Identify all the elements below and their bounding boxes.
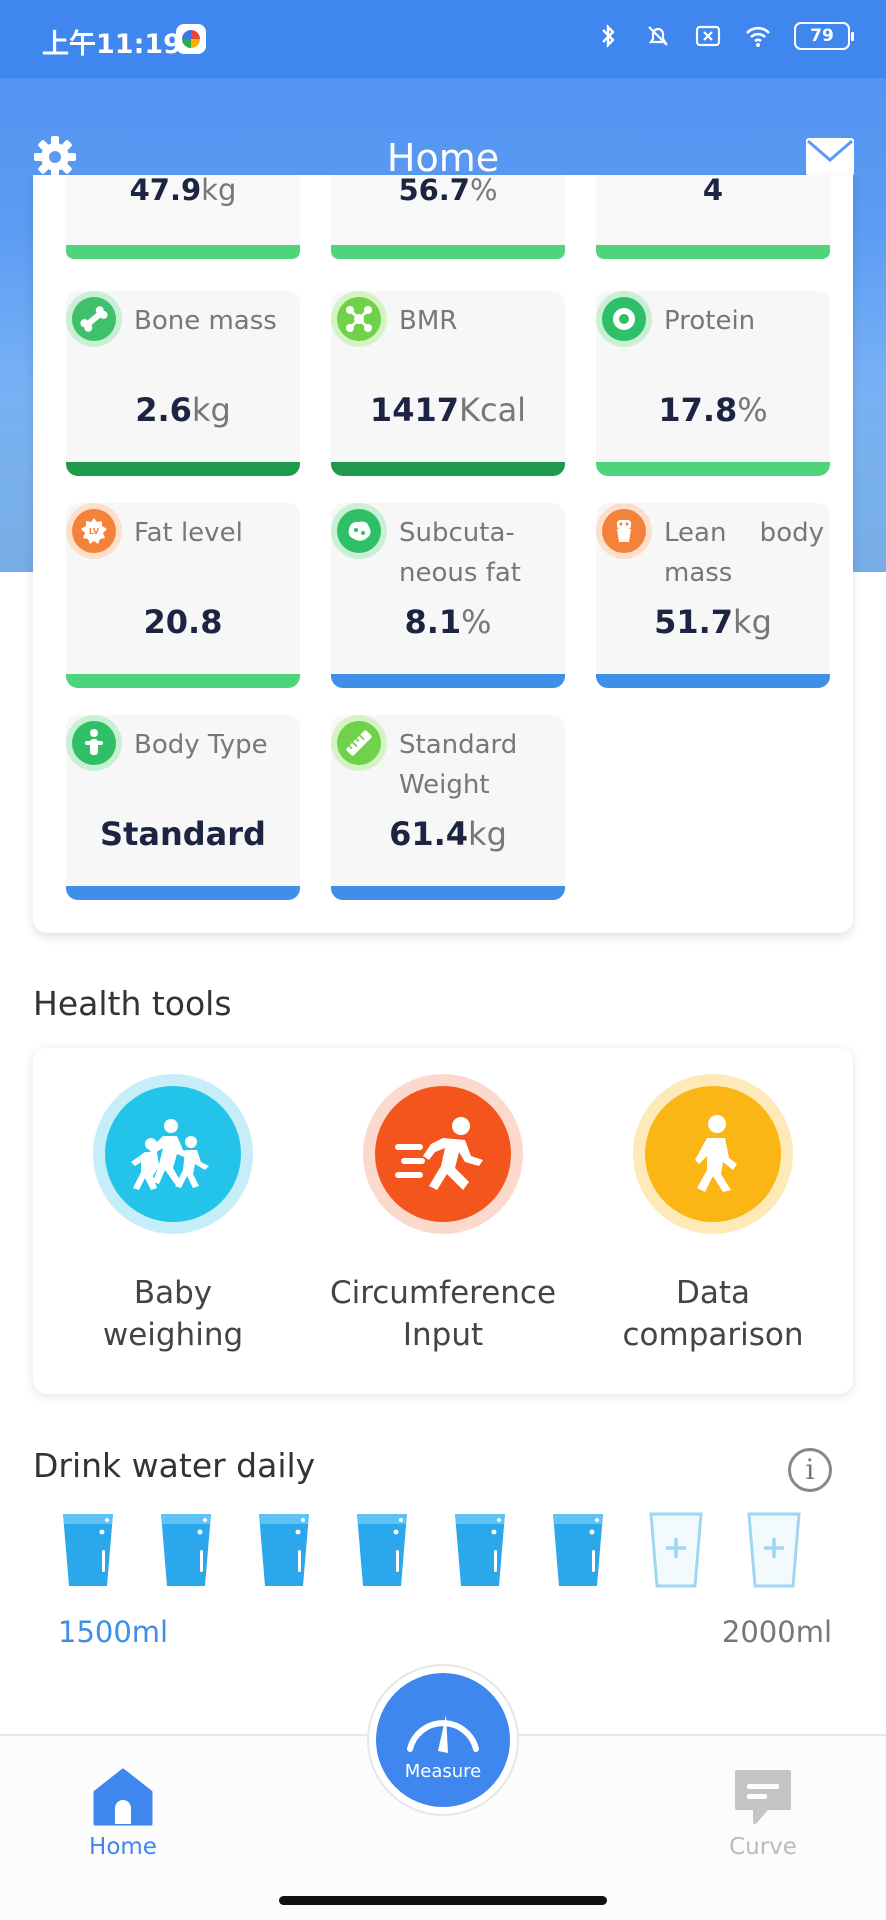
metric-tile-standard-weight[interactable]: Standard Weight 61.4kg [331,715,565,900]
metric-tile-lean-body-mass[interactable]: Lean body mass 51.7kg [596,503,830,688]
metric-status-bar [66,245,300,259]
water-cup-filled[interactable] [550,1510,606,1590]
home-icon [93,1768,153,1826]
metric-status-bar [331,886,565,900]
metric-tile-body-type[interactable]: Body Type Standard [66,715,300,900]
water-cup-filled[interactable] [256,1510,312,1590]
water-intake-current: 1500ml [58,1615,169,1649]
metric-value: 56.7% [398,175,498,207]
battery-indicator: 79 [794,22,854,50]
status-time: 上午11:19 [42,29,182,60]
family-running-icon [93,1074,253,1234]
health-tools-title: Health tools [33,984,232,1023]
water-cup-filled[interactable] [452,1510,508,1590]
health-tools-card: Baby weighing Circumference Input Data comp… [33,1048,853,1394]
runner-icon [363,1074,523,1234]
metric-label: Subcuta- neous fat [399,518,521,588]
metric-value: 1417Kcal [369,391,527,429]
metric-status-bar [331,245,565,259]
metric-status-bar [596,462,830,476]
circumference-input-button[interactable]: Circumference Input [313,1074,573,1356]
measure-label: Measure [404,1761,482,1782]
fat-level-icon: LV [66,503,122,559]
info-icon[interactable]: i [788,1448,832,1492]
curve-chat-icon [735,1770,791,1824]
tool-label: Data comparison [622,1275,804,1353]
svg-text:LV: LV [89,527,100,536]
metric-label: Fat level [134,518,243,548]
metric-tile-bone-mass[interactable]: Bone mass 2.6kg [66,291,300,476]
metric-label: Protein [664,306,756,336]
tab-home[interactable]: Home [43,1736,203,1860]
metric-tile-protein[interactable]: Protein 17.8% [596,291,830,476]
drink-water-title: Drink water daily [33,1446,316,1485]
metric-value: 17.8% [658,391,768,429]
mute-bell-icon [648,26,668,46]
water-intake-target: 2000ml [721,1615,832,1649]
metric-status-bar [66,462,300,476]
metric-tile-partial[interactable]: 4 [596,175,830,259]
metric-value: 2.6kg [135,391,231,429]
metric-tile-bmr[interactable]: BMR 1417Kcal [331,291,565,476]
protein-icon [596,291,652,347]
page-title: Home [386,136,500,180]
data-comparison-button[interactable]: Data comparison [583,1074,843,1356]
body-metrics-card: 47.9kg 56.7% 4 Bone mass 2.6kg BMR 1417K… [33,175,853,933]
water-cup-filled[interactable] [158,1510,214,1590]
water-cup-empty-add[interactable] [648,1510,704,1590]
metric-tile-partial[interactable]: 56.7% [331,175,565,259]
baby-weighing-button[interactable]: Baby weighing [43,1074,303,1356]
gauge-icon [407,1715,479,1753]
metric-value: Standard [100,815,266,853]
metric-label: Body Type [134,730,268,760]
tab-home-label: Home [89,1834,157,1860]
tool-label: Baby weighing [102,1275,244,1353]
metric-label: Lean body mass [664,518,824,588]
metric-status-bar [331,462,565,476]
walker-icon [633,1074,793,1234]
metric-label: BMR [399,306,458,336]
tab-curve-label: Curve [729,1834,797,1860]
wifi-icon [746,26,770,47]
metric-status-bar [331,674,565,688]
bluetooth-icon [602,24,615,48]
metric-status-bar [66,886,300,900]
bmr-icon [331,291,387,347]
home-indicator [279,1896,607,1905]
metric-status-bar [66,674,300,688]
mail-icon[interactable] [806,138,854,176]
metric-label: Standard Weight [399,730,518,800]
bone-icon [66,291,122,347]
metric-tile-partial[interactable]: 47.9kg [66,175,300,259]
metric-tile-subcutaneous-fat[interactable]: Subcuta- neous fat 8.1% [331,503,565,688]
metric-value: 61.4kg [389,815,507,853]
metric-value: 51.7kg [654,603,772,641]
metric-status-bar [596,674,830,688]
water-cups-row [60,1510,802,1590]
metric-status-bar [596,245,830,259]
metric-value: 20.8 [143,603,223,641]
tab-curve[interactable]: Curve [683,1736,843,1860]
measure-button-frame: Measure [367,1664,519,1816]
subcutaneous-fat-icon [331,503,387,559]
status-bar: 上午11:19 79 [0,0,886,78]
lean-body-mass-icon [596,503,652,559]
no-sim-icon [695,25,721,47]
metric-label: Bone mass [134,306,277,336]
tool-label: Circumference Input [329,1275,557,1353]
status-icons: 79 [594,22,854,50]
metric-tile-fat-level[interactable]: LV Fat level 20.8 [66,503,300,688]
metric-value: 47.9kg [129,175,237,207]
metric-value: 4 [702,175,724,207]
water-cup-empty-add[interactable] [746,1510,802,1590]
metric-value: 8.1% [404,603,492,641]
water-cup-filled[interactable] [354,1510,410,1590]
ruler-icon [331,715,387,771]
water-cup-filled[interactable] [60,1510,116,1590]
measure-button[interactable]: Measure [376,1673,510,1807]
app-notification-icon [176,24,206,54]
body-type-icon [66,715,122,771]
